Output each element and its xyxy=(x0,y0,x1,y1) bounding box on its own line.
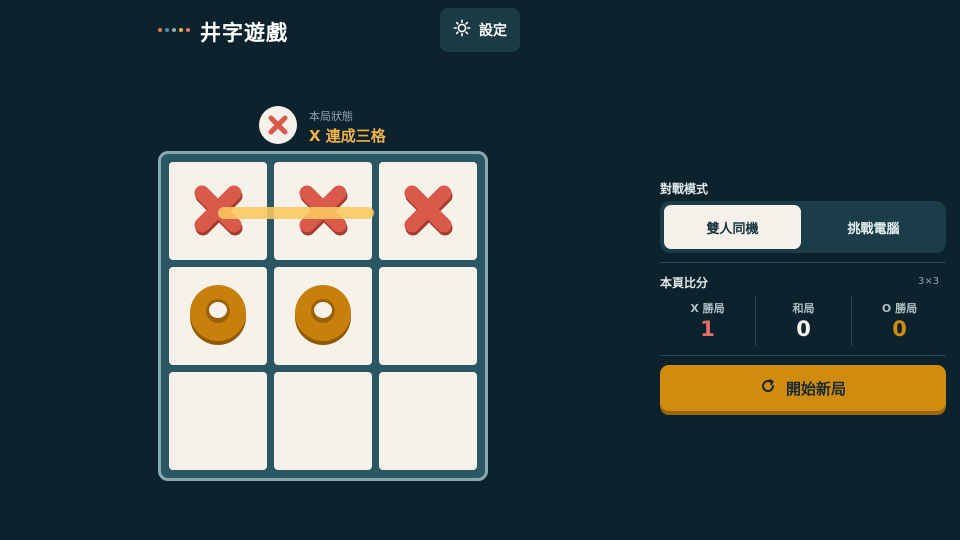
logo-dot xyxy=(158,28,162,32)
settings-button[interactable]: 設定 xyxy=(440,8,520,52)
app-root: 井字遊戲 設定 本局狀態 X 連成三格 對戰模式 雙人同機 挑戰電腦 本頁比分 … xyxy=(0,0,960,540)
board-cell-3[interactable] xyxy=(169,267,267,365)
board-cell-0[interactable] xyxy=(169,162,267,260)
status-caption: 本局狀態 xyxy=(309,110,353,123)
score-x-value: 1 xyxy=(700,317,715,341)
x-mark-icon xyxy=(400,181,456,241)
mode-option-vs-computer[interactable]: 挑戰電腦 xyxy=(805,205,942,249)
board-cell-4[interactable] xyxy=(274,267,372,365)
mode-toggle: 雙人同機 挑戰電腦 xyxy=(660,201,946,253)
o-mark-icon xyxy=(187,283,249,349)
restart-icon xyxy=(760,378,776,398)
x-mark-icon xyxy=(295,181,351,241)
score-o-value: 0 xyxy=(892,317,907,341)
score-draw-value: 0 xyxy=(796,317,811,341)
new-game-label: 開始新局 xyxy=(785,379,846,398)
score-o-label: O 勝局 xyxy=(881,302,918,315)
board-cell-8[interactable] xyxy=(379,372,477,470)
score-label: 本頁比分 xyxy=(660,276,709,290)
divider xyxy=(660,262,946,263)
score-x-wins: X 勝局 1 xyxy=(660,300,755,340)
settings-label: 設定 xyxy=(479,23,507,39)
mode-label: 對戰模式 xyxy=(660,182,709,196)
grid-size-badge: 3×3 xyxy=(918,276,940,287)
board-cell-7[interactable] xyxy=(274,372,372,470)
board-cell-5[interactable] xyxy=(379,267,477,365)
divider xyxy=(660,355,946,356)
logo-dot xyxy=(165,28,169,32)
app-title: 井字遊戲 xyxy=(200,21,288,45)
new-game-button[interactable]: 開始新局 xyxy=(660,365,946,411)
sun-gear-icon xyxy=(453,19,471,41)
logo-dot xyxy=(179,28,183,32)
x-mark-icon xyxy=(259,106,297,144)
score-o-wins: O 勝局 0 xyxy=(852,300,947,340)
board-cell-6[interactable] xyxy=(169,372,267,470)
score-x-label: X 勝局 xyxy=(690,302,725,315)
score-draw-label: 和局 xyxy=(792,302,815,315)
logo-dots-icon xyxy=(158,28,190,32)
o-mark-icon xyxy=(292,283,354,349)
score-draws: 和局 0 xyxy=(756,300,851,340)
status-text: X 連成三格 xyxy=(309,127,386,145)
x-mark-icon xyxy=(190,181,246,241)
board-cell-2[interactable] xyxy=(379,162,477,260)
game-board xyxy=(158,151,488,481)
logo-dot xyxy=(172,28,176,32)
mode-option-two-player[interactable]: 雙人同機 xyxy=(664,205,801,249)
board-cell-1[interactable] xyxy=(274,162,372,260)
logo-dot xyxy=(186,28,190,32)
